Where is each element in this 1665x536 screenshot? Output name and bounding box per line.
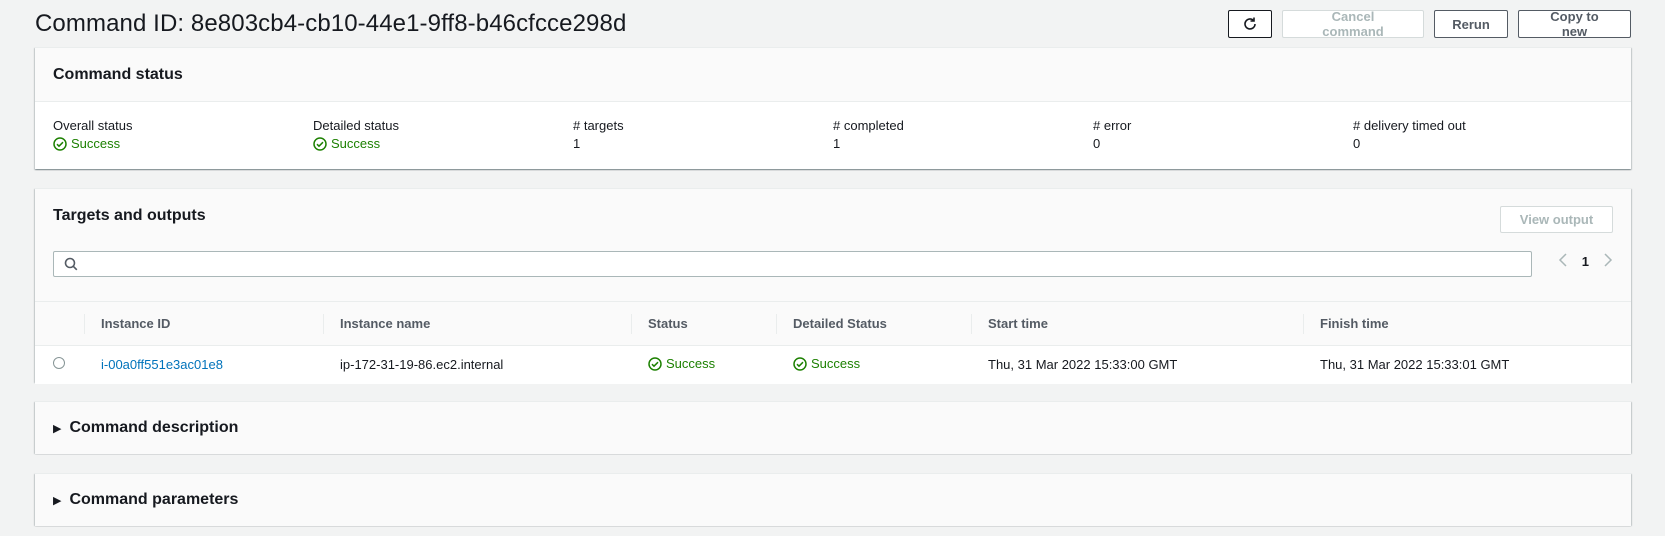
status-cell: Success bbox=[631, 346, 776, 384]
table-header-row: Instance ID Instance name Status Detaile… bbox=[35, 301, 1631, 346]
column-header-detailed-status[interactable]: Detailed Status bbox=[776, 302, 971, 346]
page-header: Command ID: 8e803cb4-cb10-44e1-9ff8-b46c… bbox=[35, 0, 1631, 50]
column-header-status[interactable]: Status bbox=[631, 302, 776, 346]
cancel-command-button[interactable]: Cancel command bbox=[1282, 9, 1424, 39]
column-header-instance-name[interactable]: Instance name bbox=[323, 302, 631, 346]
completed-count: # completed 1 bbox=[833, 117, 1093, 154]
command-status-panel: Command status Overall status Success De… bbox=[35, 47, 1631, 169]
detailed-status-value: Success bbox=[313, 135, 380, 153]
detailed-status-cell: Success bbox=[776, 346, 971, 384]
error-count-value: 0 bbox=[1093, 136, 1101, 151]
column-header-start-time[interactable]: Start time bbox=[971, 302, 1303, 346]
search-icon bbox=[64, 257, 78, 271]
success-check-icon bbox=[648, 356, 662, 371]
targets-header: Targets and outputs View output 1 bbox=[35, 189, 1631, 301]
pagination: 1 bbox=[1558, 253, 1613, 270]
search-input[interactable] bbox=[84, 253, 1531, 275]
row-select-radio[interactable] bbox=[53, 357, 65, 370]
previous-page-button[interactable] bbox=[1558, 253, 1568, 270]
header-actions: Cancel command Rerun Copy to new bbox=[1228, 9, 1631, 39]
overall-status-label: Overall status bbox=[53, 118, 133, 133]
column-header-instance-id[interactable]: Instance ID bbox=[84, 302, 323, 346]
success-check-icon bbox=[793, 356, 807, 371]
status-badge: Success bbox=[648, 356, 715, 371]
status-grid: Overall status Success Detailed status S… bbox=[35, 102, 1631, 154]
detailed-status-label: Detailed status bbox=[313, 118, 399, 133]
view-output-button[interactable]: View output bbox=[1500, 206, 1613, 233]
command-parameters-title: Command parameters bbox=[69, 491, 239, 508]
command-status-title: Command status bbox=[35, 48, 1631, 102]
instance-id-link[interactable]: i-00a0ff551e3ac01e8 bbox=[101, 357, 223, 372]
detailed-status: Detailed status Success bbox=[313, 117, 573, 154]
targets-title: Targets and outputs bbox=[53, 207, 206, 224]
overall-status: Overall status Success bbox=[53, 117, 313, 154]
error-count: # error 0 bbox=[1093, 117, 1353, 154]
start-time-cell: Thu, 31 Mar 2022 15:33:00 GMT bbox=[988, 357, 1178, 373]
table-row[interactable]: i-00a0ff551e3ac01e8 ip-172-31-19-86.ec2.… bbox=[35, 346, 1631, 384]
delivery-timed-out-label: # delivery timed out bbox=[1353, 118, 1466, 133]
next-page-button[interactable] bbox=[1603, 253, 1613, 270]
page-title: Command ID: 8e803cb4-cb10-44e1-9ff8-b46c… bbox=[35, 10, 627, 37]
copy-to-new-button[interactable]: Copy to new bbox=[1518, 9, 1631, 39]
error-count-label: # error bbox=[1093, 118, 1132, 133]
overall-status-text: Success bbox=[71, 136, 121, 151]
caret-right-icon: ▶ bbox=[53, 494, 62, 507]
chevron-right-icon bbox=[1604, 253, 1613, 267]
command-parameters-header[interactable]: ▶ Command parameters bbox=[35, 474, 1631, 526]
select-column-header bbox=[35, 302, 84, 346]
chevron-left-icon bbox=[1558, 253, 1567, 267]
current-page[interactable]: 1 bbox=[1582, 254, 1589, 269]
column-header-finish-time[interactable]: Finish time bbox=[1303, 302, 1631, 346]
success-check-icon bbox=[313, 137, 327, 151]
delivery-timed-out-value: 0 bbox=[1353, 136, 1361, 151]
success-check-icon bbox=[53, 137, 67, 151]
caret-right-icon: ▶ bbox=[53, 422, 62, 435]
detailed-status-badge: Success bbox=[793, 356, 860, 371]
rerun-button[interactable]: Rerun bbox=[1434, 10, 1508, 38]
targets-count: # targets 1 bbox=[573, 117, 833, 154]
command-description-panel[interactable]: ▶ Command description bbox=[35, 401, 1631, 454]
targets-and-outputs-panel: Targets and outputs View output 1 Instan… bbox=[35, 188, 1631, 384]
completed-count-value: 1 bbox=[833, 136, 841, 151]
refresh-icon bbox=[1244, 17, 1256, 30]
instance-name-cell: ip-172-31-19-86.ec2.internal bbox=[340, 357, 504, 373]
finish-time-cell: Thu, 31 Mar 2022 15:33:01 GMT bbox=[1320, 357, 1510, 373]
targets-count-label: # targets bbox=[573, 118, 624, 133]
command-parameters-panel[interactable]: ▶ Command parameters bbox=[35, 473, 1631, 526]
command-description-header[interactable]: ▶ Command description bbox=[35, 402, 1631, 454]
refresh-button[interactable] bbox=[1228, 10, 1272, 38]
command-description-title: Command description bbox=[69, 419, 239, 436]
overall-status-value: Success bbox=[53, 135, 120, 153]
delivery-timed-out-count: # delivery timed out 0 bbox=[1353, 117, 1613, 154]
detailed-status-text: Success bbox=[331, 136, 381, 151]
targets-count-value: 1 bbox=[573, 136, 581, 151]
targets-table: Instance ID Instance name Status Detaile… bbox=[35, 301, 1631, 384]
completed-count-label: # completed bbox=[833, 118, 904, 133]
search-box bbox=[53, 251, 1532, 277]
